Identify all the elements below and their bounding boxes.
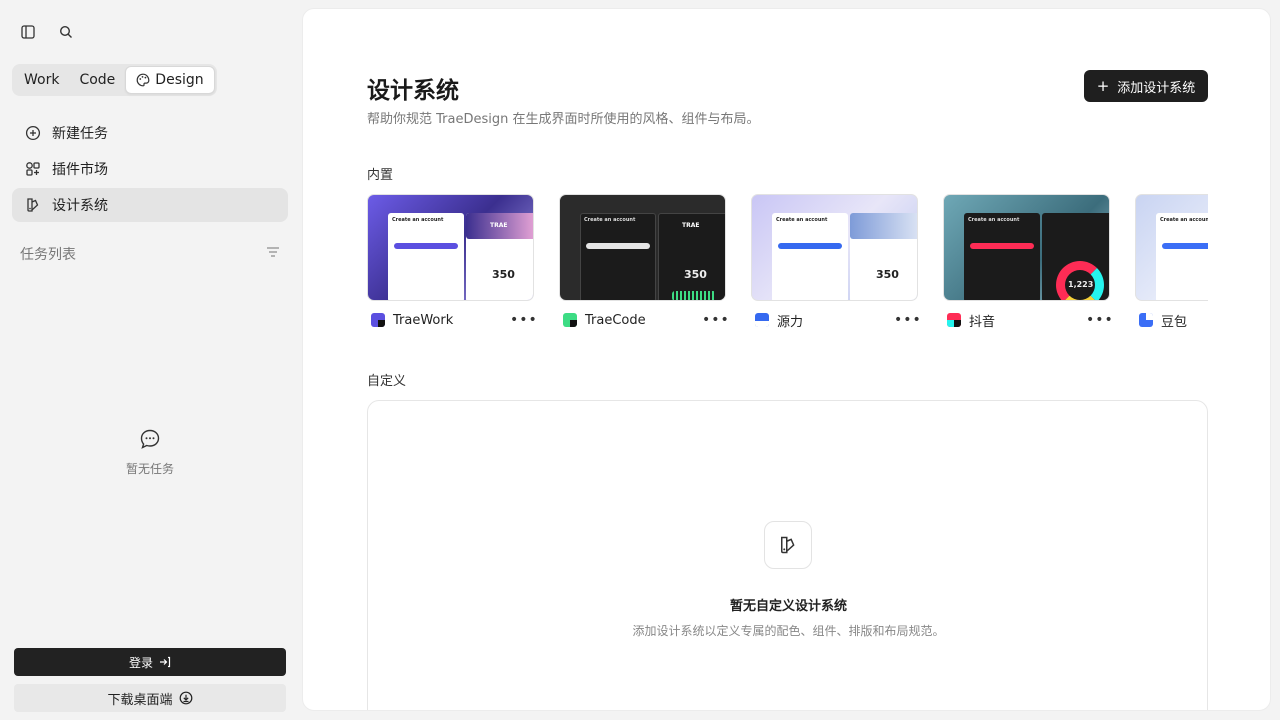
- thumb-heading: Create an account: [968, 217, 1020, 223]
- card-thumbnail: Create an account 350: [751, 194, 918, 301]
- card-thumbnail: Create an account: [1135, 194, 1208, 301]
- card-name: 源力: [777, 314, 804, 330]
- builtin-card-list: 350 Create an account TRAE TraeWork ••• …: [367, 194, 1208, 334]
- mode-tab-label: Code: [79, 72, 116, 88]
- filter-icon[interactable]: [266, 245, 280, 263]
- more-options-icon[interactable]: •••: [510, 312, 537, 328]
- design-system-card-douyin[interactable]: Create an account 1,223 抖音 •••: [943, 194, 1113, 334]
- plugin-grid-icon: [24, 160, 42, 178]
- thumb-heading: Create an account: [1160, 217, 1208, 223]
- download-desktop-button[interactable]: 下载桌面端: [14, 684, 286, 712]
- design-system-card-yuanli[interactable]: Create an account 350 源力 •••: [751, 194, 921, 334]
- sidebar: Work Code Design 新建任务 插件市场 设计系统 任务列表 暂无任…: [0, 0, 300, 720]
- design-system-icon: [764, 521, 812, 569]
- page-subtitle: 帮助你规范 TraeDesign 在生成界面时所使用的风格、组件与布局。: [367, 112, 760, 127]
- card-thumbnail: 350 Create an account TRAE: [367, 194, 534, 301]
- yuanli-logo-icon: [755, 313, 769, 327]
- login-arrow-icon: [159, 656, 171, 668]
- design-system-card-traecode[interactable]: Create an account TRAE 350 TraeCode •••: [559, 194, 729, 334]
- design-system-card-doubao[interactable]: Create an account 豆包: [1135, 194, 1208, 334]
- builtin-section-label: 内置: [367, 168, 394, 183]
- thumb-heading: Create an account: [776, 217, 828, 223]
- card-number: 350: [684, 268, 707, 281]
- download-button-label: 下载桌面端: [107, 692, 173, 708]
- main-panel: 设计系统 帮助你规范 TraeDesign 在生成界面时所使用的风格、组件与布局…: [302, 8, 1271, 711]
- empty-tasks-text: 暂无任务: [125, 462, 174, 476]
- card-name: TraeWork: [393, 312, 454, 328]
- mode-switcher: Work Code Design: [12, 64, 217, 96]
- add-design-system-button[interactable]: + 添加设计系统: [1084, 70, 1208, 102]
- download-circle-icon: [179, 691, 193, 705]
- card-thumbnail: Create an account 1,223: [943, 194, 1110, 301]
- mode-tab-label: Design: [155, 72, 204, 88]
- mode-tab-code[interactable]: Code: [69, 66, 125, 94]
- card-name: 豆包: [1161, 314, 1188, 330]
- tasks-header-label: 任务列表: [20, 247, 76, 263]
- card-number: 1,223: [1068, 280, 1094, 289]
- traework-logo-icon: [371, 313, 385, 327]
- plus-circle-icon: [24, 124, 42, 142]
- nav-item-new-task[interactable]: 新建任务: [12, 116, 288, 150]
- thumb-heading: Create an account: [584, 217, 636, 223]
- nav-item-design-system[interactable]: 设计系统: [12, 188, 288, 222]
- custom-design-systems-area: 暂无自定义设计系统 添加设计系统以定义专属的配色、组件、排版和布局规范。: [367, 400, 1208, 710]
- page-title: 设计系统: [367, 78, 459, 104]
- login-button[interactable]: 登录: [14, 648, 286, 676]
- mode-tab-design[interactable]: Design: [125, 66, 215, 94]
- traecode-logo-icon: [563, 313, 577, 327]
- more-options-icon[interactable]: •••: [1086, 312, 1113, 328]
- thumb-brand: TRAE: [682, 222, 700, 229]
- nav-item-label: 新建任务: [52, 126, 108, 142]
- card-number: 350: [876, 268, 899, 281]
- palette-icon: [136, 73, 150, 87]
- tasks-header: 任务列表: [20, 244, 280, 264]
- sidebar-nav: 新建任务 插件市场 设计系统: [12, 116, 288, 224]
- custom-section-label: 自定义: [367, 374, 407, 389]
- card-footer: 豆包: [1135, 305, 1208, 334]
- custom-empty-title: 暂无自定义设计系统: [729, 599, 847, 614]
- mode-tab-label: Work: [24, 72, 60, 88]
- design-system-card-traework[interactable]: 350 Create an account TRAE TraeWork •••: [367, 194, 537, 334]
- search-icon[interactable]: [52, 18, 80, 46]
- add-button-label: 添加设计系统: [1117, 80, 1196, 96]
- empty-tasks: 暂无任务: [0, 428, 300, 477]
- nav-item-plugins[interactable]: 插件市场: [12, 152, 288, 186]
- card-number: 350: [492, 268, 515, 281]
- more-options-icon[interactable]: •••: [894, 312, 921, 328]
- card-footer: TraeCode •••: [559, 305, 729, 334]
- more-options-icon[interactable]: •••: [702, 312, 729, 328]
- plus-icon: +: [1096, 77, 1110, 95]
- chat-bubble-icon: [0, 428, 300, 450]
- card-footer: 抖音 •••: [943, 305, 1113, 334]
- douyin-logo-icon: [947, 313, 961, 327]
- sidebar-toggle-icon[interactable]: [14, 18, 42, 46]
- doubao-logo-icon: [1139, 313, 1153, 327]
- card-thumbnail: Create an account TRAE 350: [559, 194, 726, 301]
- nav-item-label: 设计系统: [52, 198, 108, 214]
- mode-tab-work[interactable]: Work: [14, 66, 69, 94]
- card-footer: 源力 •••: [751, 305, 921, 334]
- card-name: 抖音: [969, 314, 996, 330]
- design-system-icon: [24, 196, 42, 214]
- card-name: TraeCode: [585, 312, 646, 328]
- custom-empty-description: 添加设计系统以定义专属的配色、组件、排版和布局规范。: [632, 624, 945, 638]
- card-footer: TraeWork •••: [367, 305, 537, 334]
- thumb-brand: TRAE: [490, 222, 508, 229]
- thumb-heading: Create an account: [392, 217, 444, 223]
- login-button-label: 登录: [128, 655, 153, 670]
- nav-item-label: 插件市场: [52, 162, 108, 178]
